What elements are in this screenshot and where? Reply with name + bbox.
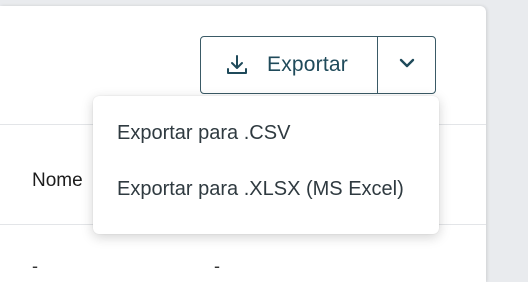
chevron-down-icon [398, 54, 416, 77]
export-button-label: Exportar [267, 53, 348, 76]
export-dropdown-menu: Exportar para .CSV Exportar para .XLSX (… [93, 96, 439, 234]
download-icon [225, 53, 249, 77]
menu-item-export-xlsx[interactable]: Exportar para .XLSX (MS Excel) [117, 178, 404, 201]
export-dropdown-toggle[interactable] [378, 37, 435, 93]
table-cell: - [214, 256, 220, 276]
table-cell: - [32, 256, 38, 276]
export-button[interactable]: Exportar [201, 37, 377, 93]
column-header-name: Nome [32, 170, 83, 191]
export-split-button: Exportar [200, 36, 436, 94]
menu-item-export-csv[interactable]: Exportar para .CSV [117, 122, 290, 145]
